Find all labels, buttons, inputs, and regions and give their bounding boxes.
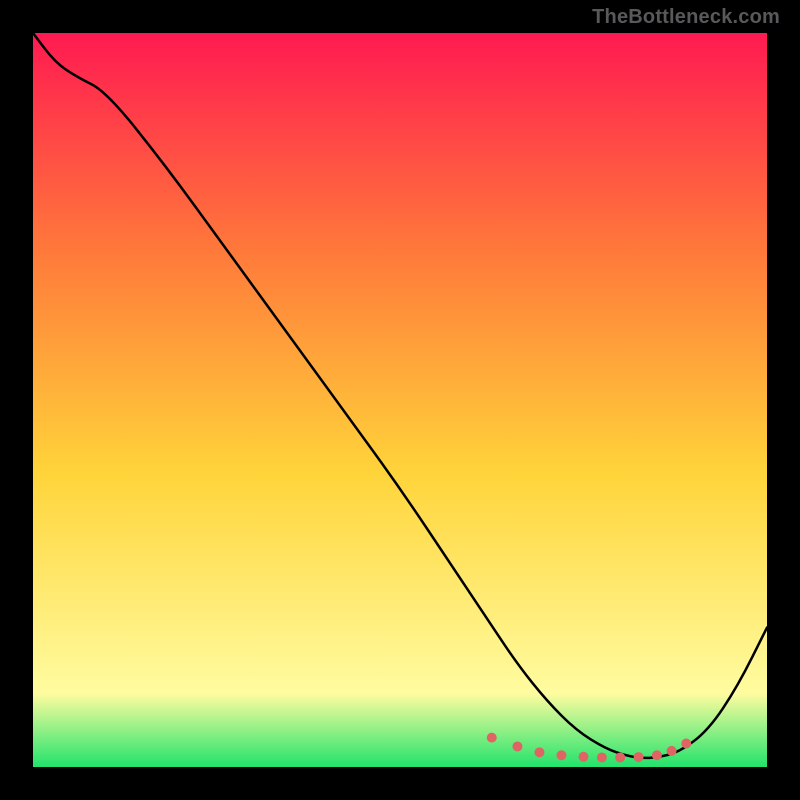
highlight-dot — [512, 741, 522, 751]
plot-area — [33, 33, 767, 767]
highlight-dot — [534, 747, 544, 757]
highlight-dot — [615, 752, 625, 762]
highlight-dot — [652, 750, 662, 760]
highlight-dot — [681, 739, 691, 749]
watermark-label: TheBottleneck.com — [592, 6, 780, 29]
highlight-dot — [556, 750, 566, 760]
highlight-dot — [579, 752, 589, 762]
gradient-background — [33, 33, 767, 767]
highlight-dot — [634, 752, 644, 762]
highlight-dot — [597, 752, 607, 762]
bottleneck-chart — [33, 33, 767, 767]
highlight-dot — [487, 733, 497, 743]
highlight-dot — [667, 746, 677, 756]
chart-frame: TheBottleneck.com — [0, 0, 800, 800]
